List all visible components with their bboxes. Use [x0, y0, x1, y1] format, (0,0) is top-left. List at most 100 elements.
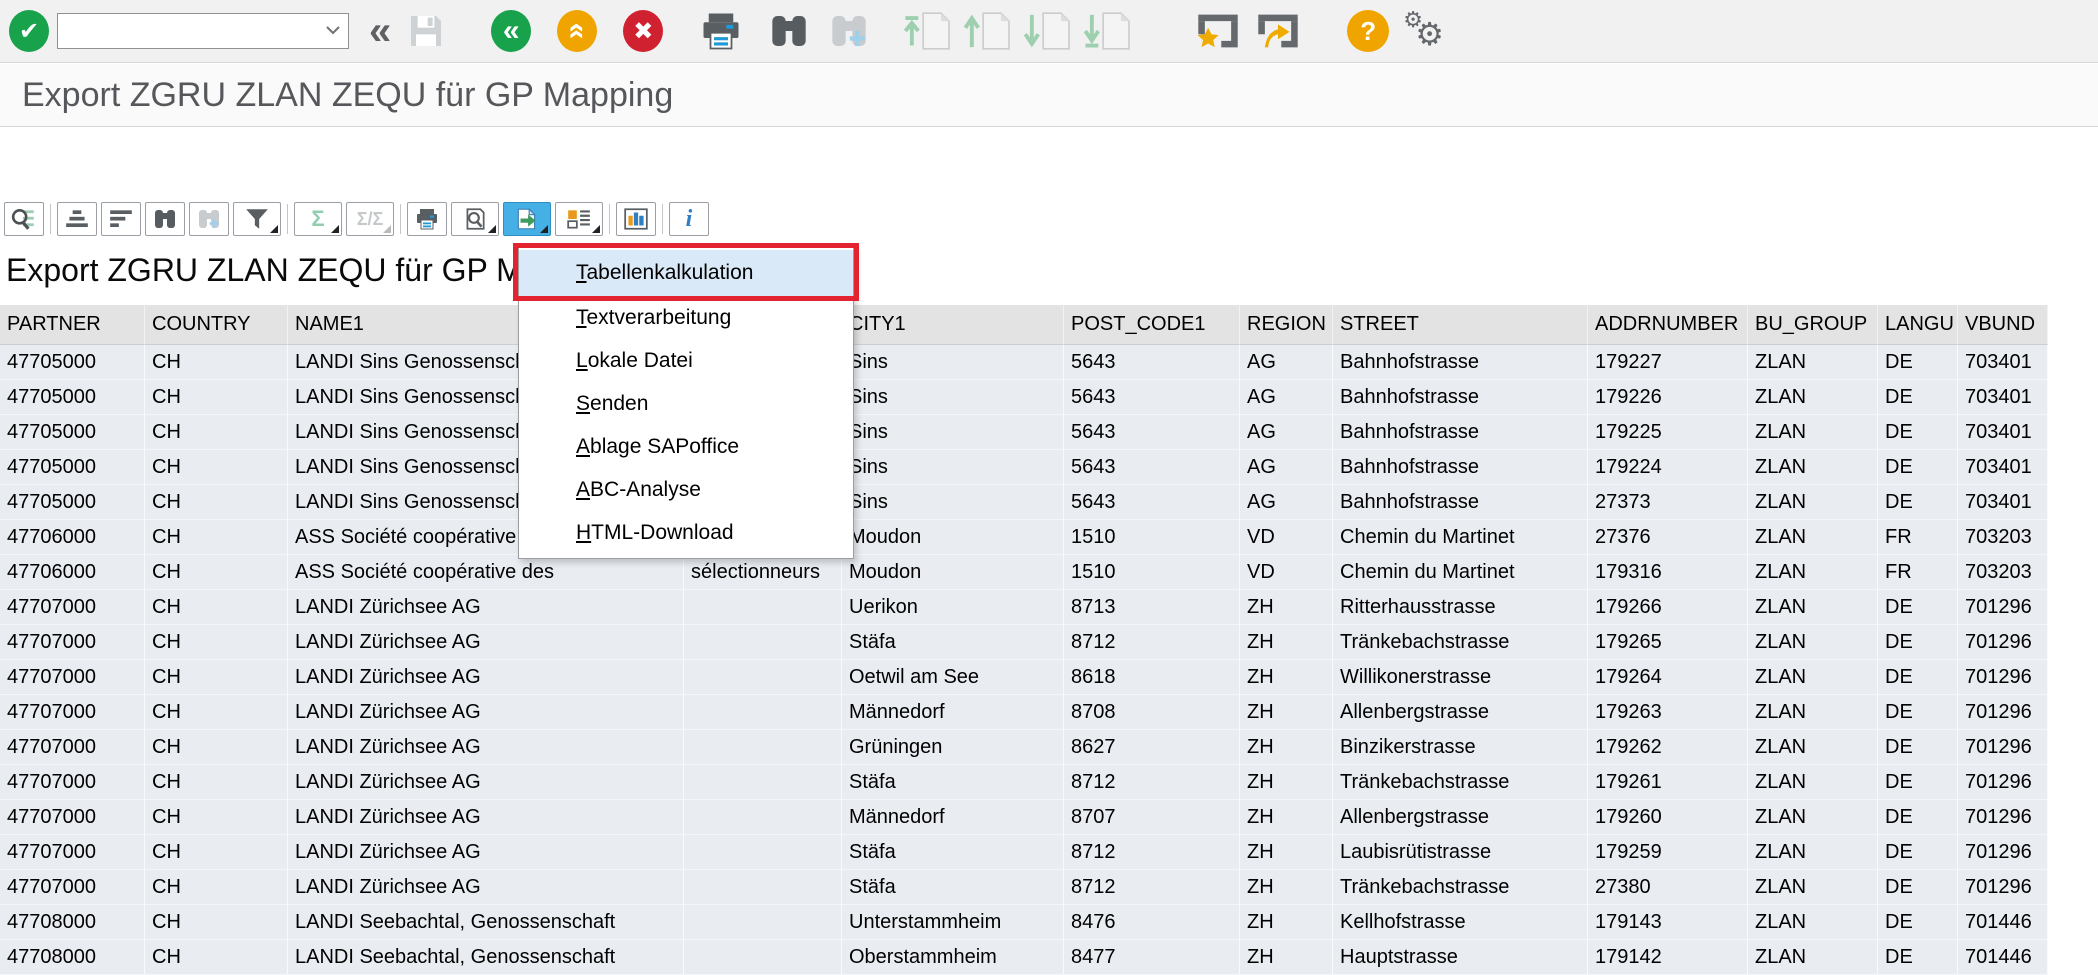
last-page-button[interactable] — [1083, 10, 1133, 52]
help-button[interactable]: ? — [1347, 10, 1389, 52]
cell[interactable]: CH — [145, 590, 288, 625]
cell[interactable]: 701296 — [1958, 835, 2048, 870]
cell[interactable]: CH — [145, 625, 288, 660]
cell[interactable]: ZH — [1240, 835, 1333, 870]
cell[interactable]: ZLAN — [1748, 730, 1878, 765]
cell[interactable]: Kellhofstrasse — [1333, 905, 1588, 940]
cell[interactable]: Männedorf — [842, 695, 1064, 730]
cell[interactable]: 701296 — [1958, 695, 2048, 730]
cell[interactable]: 179225 — [1588, 415, 1748, 450]
cell[interactable]: DE — [1878, 345, 1958, 380]
details-button[interactable] — [4, 202, 44, 236]
cell[interactable]: 179262 — [1588, 730, 1748, 765]
cell[interactable]: 701296 — [1958, 660, 2048, 695]
cell[interactable]: 703401 — [1958, 415, 2048, 450]
cell[interactable]: 8476 — [1064, 905, 1240, 940]
cell[interactable]: 179227 — [1588, 345, 1748, 380]
cell[interactable]: Oetwil am See — [842, 660, 1064, 695]
cell[interactable]: LANDI Zürichsee AG — [288, 660, 684, 695]
cell[interactable]: CH — [145, 450, 288, 485]
cell[interactable]: ZLAN — [1748, 660, 1878, 695]
cell[interactable]: CH — [145, 660, 288, 695]
filter-button[interactable] — [233, 202, 281, 236]
cell[interactable]: ZLAN — [1748, 940, 1878, 975]
cell[interactable]: 8713 — [1064, 590, 1240, 625]
cell[interactable]: 179143 — [1588, 905, 1748, 940]
cell[interactable]: 701296 — [1958, 765, 2048, 800]
cell[interactable]: FR — [1878, 520, 1958, 555]
cell[interactable]: DE — [1878, 380, 1958, 415]
cell[interactable]: LANDI Zürichsee AG — [288, 765, 684, 800]
cell[interactable]: 8618 — [1064, 660, 1240, 695]
cell[interactable]: 47707000 — [0, 835, 145, 870]
cell[interactable]: DE — [1878, 905, 1958, 940]
cell[interactable]: 5643 — [1064, 450, 1240, 485]
column-header-addrnumber[interactable]: ADDRNUMBER — [1588, 305, 1748, 345]
cell[interactable] — [684, 905, 842, 940]
cell[interactable]: 701296 — [1958, 590, 2048, 625]
page-down-button[interactable] — [1023, 10, 1073, 52]
cell[interactable]: Sins — [842, 345, 1064, 380]
first-page-button[interactable] — [903, 10, 953, 52]
cell[interactable]: 179316 — [1588, 555, 1748, 590]
cell[interactable]: Chemin du Martinet — [1333, 520, 1588, 555]
cell[interactable] — [684, 660, 842, 695]
cell[interactable]: Grüningen — [842, 730, 1064, 765]
cell[interactable]: 703401 — [1958, 450, 2048, 485]
cell[interactable] — [684, 835, 842, 870]
column-header-city1[interactable]: CITY1 — [842, 305, 1064, 345]
cell[interactable]: CH — [145, 415, 288, 450]
cell[interactable]: LANDI Zürichsee AG — [288, 625, 684, 660]
menu-item-senden[interactable]: Senden — [519, 382, 853, 425]
cell[interactable]: ZH — [1240, 590, 1333, 625]
find-next-button[interactable] — [829, 11, 869, 51]
total-button[interactable]: Σ — [294, 202, 342, 236]
column-header-street[interactable]: STREET — [1333, 305, 1588, 345]
cell[interactable]: Tränkebachstrasse — [1333, 765, 1588, 800]
cell[interactable]: ZLAN — [1748, 695, 1878, 730]
save-button[interactable] — [405, 11, 447, 51]
cell[interactable]: DE — [1878, 765, 1958, 800]
cell[interactable]: 179261 — [1588, 765, 1748, 800]
cell[interactable]: 5643 — [1064, 485, 1240, 520]
cell[interactable]: 179264 — [1588, 660, 1748, 695]
cell[interactable]: DE — [1878, 660, 1958, 695]
back-button[interactable]: « — [491, 10, 531, 52]
cell[interactable]: AG — [1240, 380, 1333, 415]
cell[interactable]: ZLAN — [1748, 870, 1878, 905]
cell[interactable]: DE — [1878, 870, 1958, 905]
cell[interactable]: ZH — [1240, 905, 1333, 940]
cell[interactable] — [684, 800, 842, 835]
chevron-down-icon[interactable] — [325, 24, 341, 36]
cell[interactable]: CH — [145, 800, 288, 835]
cell[interactable]: Allenbergstrasse — [1333, 800, 1588, 835]
cell[interactable]: 179259 — [1588, 835, 1748, 870]
find-button[interactable] — [769, 11, 809, 51]
cell[interactable] — [684, 590, 842, 625]
cell[interactable]: FR — [1878, 555, 1958, 590]
cell[interactable]: CH — [145, 380, 288, 415]
cell[interactable]: VD — [1240, 520, 1333, 555]
cell[interactable]: CH — [145, 765, 288, 800]
cell[interactable]: 27380 — [1588, 870, 1748, 905]
collapse-command-field-icon[interactable]: « — [369, 15, 387, 47]
cell[interactable]: CH — [145, 905, 288, 940]
cell[interactable] — [684, 765, 842, 800]
cell[interactable]: Sins — [842, 485, 1064, 520]
cell[interactable]: Moudon — [842, 520, 1064, 555]
cell[interactable]: 47705000 — [0, 485, 145, 520]
create-shortcut-button[interactable] — [1255, 11, 1301, 51]
cell[interactable]: 8712 — [1064, 625, 1240, 660]
cell[interactable]: 47708000 — [0, 905, 145, 940]
cell[interactable]: 47707000 — [0, 730, 145, 765]
cell[interactable]: DE — [1878, 415, 1958, 450]
cell[interactable]: 701296 — [1958, 730, 2048, 765]
cell[interactable]: LANDI Zürichsee AG — [288, 695, 684, 730]
cell[interactable]: 701296 — [1958, 625, 2048, 660]
cell[interactable]: AG — [1240, 450, 1333, 485]
cell[interactable]: AG — [1240, 345, 1333, 380]
cell[interactable]: DE — [1878, 835, 1958, 870]
cell[interactable]: ZLAN — [1748, 485, 1878, 520]
cell[interactable]: Binzikerstrasse — [1333, 730, 1588, 765]
cell[interactable]: 8712 — [1064, 835, 1240, 870]
